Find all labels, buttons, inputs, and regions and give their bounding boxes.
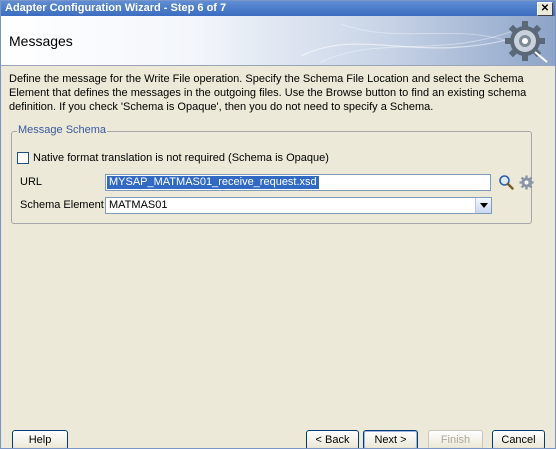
page-title: Messages [9, 33, 73, 49]
title-bar[interactable]: Adapter Configuration Wizard - Step 6 of… [1, 1, 555, 16]
finish-button: Finish [428, 430, 483, 448]
gear-icon[interactable] [519, 175, 534, 190]
wizard-window: Adapter Configuration Wizard - Step 6 of… [0, 0, 556, 449]
url-label: URL [20, 176, 43, 188]
schema-opaque-option[interactable]: Native format translation is not require… [17, 152, 329, 164]
wizard-banner: Messages [1, 16, 555, 66]
search-icon[interactable] [498, 174, 514, 190]
close-button[interactable]: ✕ [537, 2, 553, 16]
window-title: Adapter Configuration Wizard - Step 6 of… [5, 2, 227, 14]
schema-element-value: MATMAS01 [109, 199, 168, 211]
gear-icon [505, 21, 548, 63]
schema-element-label: Schema Element [20, 199, 104, 211]
schema-opaque-label: Native format translation is not require… [33, 152, 329, 164]
banner-decoration [301, 23, 521, 63]
next-button[interactable]: Next > [363, 430, 418, 448]
url-input-value: MYSAP_MATMAS01_receive_request.xsd [107, 176, 319, 189]
url-input[interactable]: MYSAP_MATMAS01_receive_request.xsd [105, 174, 491, 191]
dropdown-arrow-icon[interactable] [475, 198, 491, 213]
step-description: Define the message for the Write File op… [9, 73, 527, 113]
schema-element-dropdown[interactable]: MATMAS01 [105, 197, 492, 214]
close-icon: ✕ [540, 3, 550, 14]
help-button[interactable]: Help [12, 430, 68, 448]
schema-opaque-checkbox[interactable] [17, 152, 29, 164]
cancel-button[interactable]: Cancel [492, 430, 545, 448]
message-schema-legend: Message Schema [17, 124, 108, 136]
back-button[interactable]: < Back [306, 430, 359, 448]
